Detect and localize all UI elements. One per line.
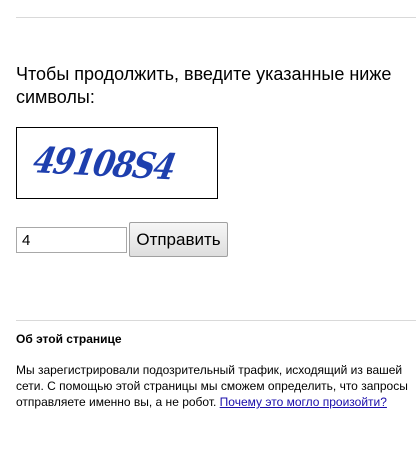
about-title: Об этой странице (16, 332, 122, 346)
captcha-text: 49108S4 (30, 139, 178, 189)
page-heading: Чтобы продолжить, введите указанные ниже… (16, 64, 392, 107)
why-link[interactable]: Почему это могло произойти? (220, 395, 387, 409)
submit-button[interactable]: Отправить (129, 222, 228, 257)
captcha-image: 49108S4 (16, 127, 218, 199)
top-divider (16, 17, 416, 18)
about-text: Мы зарегистрировали подозрительный трафи… (16, 362, 411, 410)
section-divider (16, 320, 416, 321)
captcha-answer-input[interactable] (16, 227, 127, 253)
captcha-graphic: 49108S4 (30, 139, 178, 189)
